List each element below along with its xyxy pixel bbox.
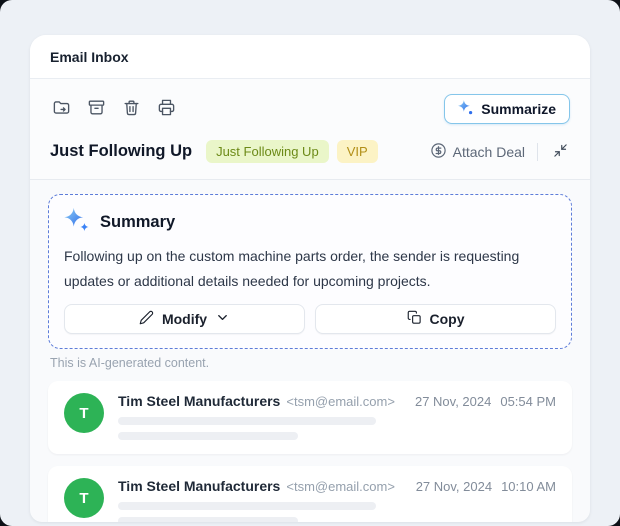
- summarize-button[interactable]: Summarize: [444, 94, 570, 124]
- summary-title: Summary: [100, 213, 176, 231]
- email-inbox-page: Email Inbox Summarize Just Following Up …: [0, 0, 620, 526]
- page-title: Email Inbox: [50, 48, 129, 65]
- email-inbox-card: Email Inbox Summarize Just Following Up …: [30, 35, 590, 522]
- email-toolbar-block: Summarize Just Following Up Just Followi…: [30, 79, 590, 180]
- sender-address: <tsm@email.com>: [286, 394, 395, 409]
- tag-just-following-up[interactable]: Just Following Up: [206, 140, 329, 163]
- preview-line: [118, 417, 376, 425]
- sender-address: <tsm@email.com>: [286, 479, 395, 494]
- email-timestamp: 27 Nov, 2024 10:10 AM: [416, 479, 556, 494]
- email-time: 05:54 PM: [500, 394, 556, 409]
- dollar-circle-icon: [430, 142, 447, 162]
- copy-button[interactable]: Copy: [315, 304, 556, 334]
- avatar: T: [64, 478, 104, 518]
- summary-body: Following up on the custom machine parts…: [64, 248, 520, 289]
- email-item-header: Tim Steel Manufacturers <tsm@email.com> …: [118, 393, 556, 409]
- summary-header: Summary: [64, 207, 556, 238]
- collapse-button[interactable]: [550, 142, 570, 162]
- archive-button[interactable]: [85, 98, 107, 120]
- collapse-icon: [553, 143, 568, 161]
- pencil-icon: [139, 310, 154, 328]
- subject-row: Just Following Up Just Following Up VIP …: [30, 132, 590, 179]
- copy-label: Copy: [429, 311, 465, 327]
- move-to-folder-icon: [52, 98, 71, 120]
- sender-name: Tim Steel Manufacturers: [118, 393, 281, 409]
- chevron-down-icon: [215, 310, 230, 328]
- attach-deal-label: Attach Deal: [452, 143, 525, 160]
- email-content-area: Summary Following up on the custom machi…: [30, 180, 590, 522]
- preview-line: [118, 517, 298, 522]
- email-item-header: Tim Steel Manufacturers <tsm@email.com> …: [118, 478, 556, 494]
- sparkle-icon: [64, 207, 90, 238]
- modify-label: Modify: [161, 311, 208, 327]
- toolbar-icons: [50, 98, 177, 120]
- vertical-divider: [537, 142, 538, 161]
- tag-vip[interactable]: VIP: [336, 140, 378, 163]
- print-button[interactable]: [155, 98, 177, 120]
- move-to-folder-button[interactable]: [50, 98, 72, 120]
- ai-disclaimer: This is AI-generated content.: [50, 356, 210, 370]
- summarize-label: Summarize: [481, 101, 556, 117]
- ai-summary-panel: Summary Following up on the custom machi…: [48, 194, 572, 349]
- copy-icon: [407, 310, 422, 328]
- sender-name: Tim Steel Manufacturers: [118, 478, 281, 494]
- trash-icon: [122, 98, 141, 120]
- summary-actions: Modify Copy: [64, 304, 556, 334]
- email-date: 27 Nov, 2024: [415, 479, 493, 494]
- preview-line: [118, 502, 376, 510]
- modify-button[interactable]: Modify: [64, 304, 305, 334]
- email-item-main: Tim Steel Manufacturers <tsm@email.com> …: [118, 393, 556, 440]
- screenshot-frame: Email Inbox Summarize Just Following Up …: [0, 0, 620, 526]
- email-time: 10:10 AM: [501, 479, 556, 494]
- archive-icon: [87, 98, 106, 120]
- toolbar: Summarize: [30, 79, 590, 132]
- email-date: 27 Nov, 2024: [414, 394, 492, 409]
- avatar: T: [64, 393, 104, 433]
- email-list-item[interactable]: T Tim Steel Manufacturers <tsm@email.com…: [48, 466, 572, 522]
- email-list-item[interactable]: T Tim Steel Manufacturers <tsm@email.com…: [48, 381, 572, 454]
- delete-button[interactable]: [120, 98, 142, 120]
- email-item-main: Tim Steel Manufacturers <tsm@email.com> …: [118, 478, 556, 522]
- email-subject: Just Following Up: [50, 142, 193, 160]
- preview-line: [118, 432, 298, 440]
- printer-icon: [157, 98, 176, 120]
- card-header: Email Inbox: [30, 35, 590, 79]
- sparkle-icon: [458, 100, 473, 118]
- attach-deal-button[interactable]: Attach Deal: [430, 142, 525, 162]
- email-timestamp: 27 Nov, 2024 05:54 PM: [415, 394, 556, 409]
